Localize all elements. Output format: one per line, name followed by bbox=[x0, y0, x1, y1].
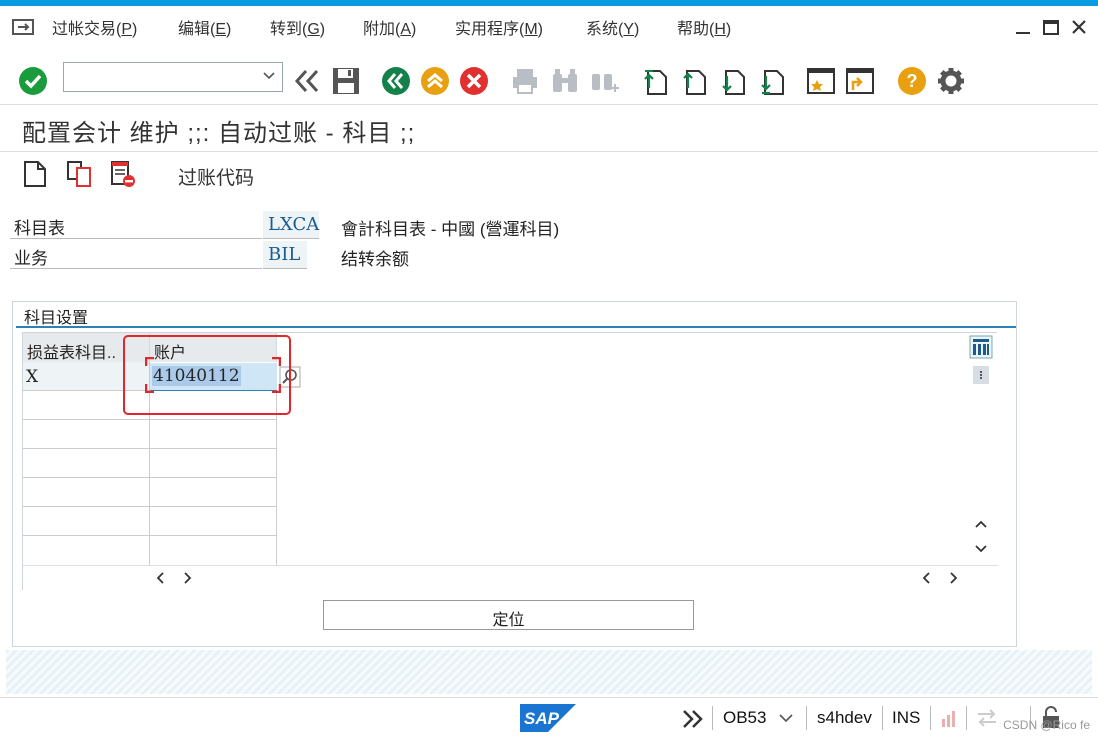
command-field[interactable] bbox=[63, 62, 283, 92]
copy-icon[interactable] bbox=[66, 160, 94, 193]
scroll-left-icon[interactable] bbox=[153, 570, 169, 591]
scroll-left-icon[interactable] bbox=[919, 570, 935, 591]
input-mode[interactable]: INS bbox=[892, 708, 920, 728]
exit-icon[interactable] bbox=[420, 66, 449, 96]
table-row[interactable] bbox=[150, 478, 277, 507]
transaction-code: OB53 bbox=[723, 708, 767, 727]
group-title: 科目设置 bbox=[24, 310, 89, 327]
print-icon bbox=[510, 66, 538, 96]
transaction-label: 业务 bbox=[10, 241, 262, 269]
chart-of-accounts-description: 會計科目表 - 中國 (營運科目) bbox=[341, 220, 560, 239]
double-chevron-right-icon[interactable] bbox=[681, 708, 705, 735]
system-name: s4hdev bbox=[817, 708, 872, 727]
menu-bar: 过帐交易(P) 编辑(E) 转到(G) 附加(A) 实用程序(M) 系统(Y) … bbox=[0, 6, 1098, 46]
chart-of-accounts-value: LXCA bbox=[263, 211, 319, 239]
scroll-right-icon[interactable] bbox=[179, 570, 195, 591]
table-row[interactable] bbox=[150, 449, 277, 478]
vertical-scrollbar[interactable] bbox=[967, 333, 997, 589]
application-toolbar: 过账代码 bbox=[0, 152, 1098, 196]
table-row[interactable] bbox=[23, 449, 150, 478]
create-session-icon[interactable] bbox=[806, 66, 835, 96]
maximize-icon[interactable] bbox=[1042, 18, 1060, 36]
table-settings-icon[interactable] bbox=[969, 335, 993, 364]
find-next-icon bbox=[589, 66, 619, 96]
horizontal-scrollbar[interactable] bbox=[23, 565, 998, 590]
svg-text:?: ? bbox=[907, 71, 918, 91]
watermark: CSDN @Rico fe bbox=[1003, 718, 1090, 732]
last-page-icon[interactable] bbox=[757, 66, 785, 96]
position-button[interactable]: 定位 bbox=[323, 600, 694, 630]
sap-logo: SAP bbox=[520, 704, 576, 737]
status-separator bbox=[712, 706, 713, 730]
menu-utilities[interactable]: 实用程序(M) bbox=[455, 15, 543, 39]
status-separator bbox=[882, 706, 883, 730]
double-left-icon[interactable] bbox=[292, 66, 320, 96]
status-bar: SAP OB53 s4hdev INS CSDN @Rico fe bbox=[0, 697, 1098, 742]
status-separator bbox=[806, 706, 807, 730]
first-page-icon[interactable] bbox=[640, 66, 668, 96]
table-row[interactable] bbox=[150, 507, 277, 536]
menu-goto[interactable]: 转到(G) bbox=[270, 15, 325, 39]
transaction-value: BIL bbox=[263, 241, 307, 269]
status-separator bbox=[930, 706, 931, 730]
find-icon bbox=[550, 66, 578, 96]
menu-icon[interactable] bbox=[12, 18, 34, 41]
enter-check-icon[interactable] bbox=[18, 66, 47, 96]
menu-help[interactable]: 帮助(H) bbox=[677, 15, 731, 39]
title-row: 配置会计 维护 ;;: 自动过账 - 科目 ;; bbox=[0, 104, 1098, 152]
gear-icon[interactable] bbox=[936, 66, 964, 96]
focus-corner-marker bbox=[144, 356, 282, 398]
menu-posting-transaction[interactable]: 过帐交易(P) bbox=[52, 15, 137, 39]
scroll-handle-icon[interactable] bbox=[971, 365, 991, 390]
posting-code-button[interactable]: 过账代码 bbox=[178, 163, 254, 190]
transfer-icon bbox=[975, 707, 999, 734]
new-document-icon[interactable] bbox=[22, 160, 48, 193]
chart-of-accounts-label: 科目表 bbox=[10, 211, 262, 239]
generate-shortcut-icon[interactable] bbox=[845, 66, 874, 96]
table-row[interactable] bbox=[23, 420, 150, 449]
group-title-underline bbox=[16, 326, 1016, 328]
status-separator bbox=[966, 706, 967, 730]
next-page-icon[interactable] bbox=[718, 66, 746, 96]
scroll-right-icon[interactable] bbox=[945, 570, 961, 591]
table-row[interactable] bbox=[150, 536, 277, 565]
page-title: 配置会计 维护 ;;: 自动过账 - 科目 ;; bbox=[22, 120, 416, 147]
save-icon[interactable] bbox=[331, 66, 359, 96]
scroll-up-icon[interactable] bbox=[973, 516, 989, 537]
table-row[interactable] bbox=[23, 536, 150, 565]
menu-edit[interactable]: 编辑(E) bbox=[178, 15, 231, 39]
minimize-icon[interactable] bbox=[1014, 18, 1032, 36]
delete-icon[interactable] bbox=[110, 160, 138, 193]
table-row[interactable] bbox=[150, 420, 277, 449]
table-row[interactable] bbox=[23, 507, 150, 536]
table-row[interactable] bbox=[23, 478, 150, 507]
back-icon[interactable] bbox=[381, 66, 410, 96]
menu-extras[interactable]: 附加(A) bbox=[363, 15, 416, 39]
close-icon[interactable] bbox=[1070, 18, 1088, 36]
previous-page-icon[interactable] bbox=[679, 66, 707, 96]
transaction-description: 结转余额 bbox=[341, 250, 409, 269]
help-icon[interactable]: ? bbox=[897, 66, 926, 96]
window-controls bbox=[1014, 18, 1088, 36]
chevron-down-icon[interactable] bbox=[778, 710, 794, 731]
svg-text:SAP: SAP bbox=[524, 709, 560, 728]
scroll-down-icon[interactable] bbox=[973, 541, 989, 562]
menu-system[interactable]: 系统(Y) bbox=[586, 15, 639, 39]
background-pattern bbox=[6, 650, 1092, 694]
chevron-down-icon[interactable] bbox=[262, 69, 276, 83]
network-icon bbox=[940, 707, 962, 734]
cancel-icon[interactable] bbox=[459, 66, 488, 96]
